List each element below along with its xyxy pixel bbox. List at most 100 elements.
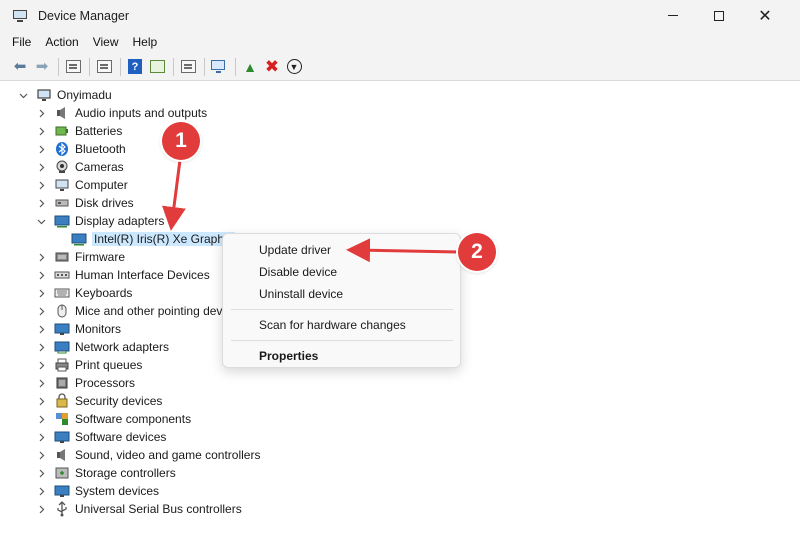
tree-item-label: Network adapters bbox=[75, 340, 170, 354]
toolbar: ⬅ ➡ ? ▲ ✖ ▼ bbox=[0, 53, 800, 81]
chevron-right-icon[interactable] bbox=[36, 378, 46, 388]
title-bar: Device Manager ✕ bbox=[0, 0, 800, 31]
mouse-icon bbox=[54, 303, 70, 319]
toolbar-separator bbox=[58, 57, 59, 76]
speaker-icon bbox=[54, 105, 70, 121]
properties-toolbar-button[interactable] bbox=[94, 57, 114, 77]
tree-item-storage-controllers[interactable]: Storage controllers bbox=[36, 464, 176, 482]
chevron-right-icon[interactable] bbox=[36, 342, 46, 352]
chevron-right-icon[interactable] bbox=[36, 450, 46, 460]
tree-item-sound-video-and-game-controllers[interactable]: Sound, video and game controllers bbox=[36, 446, 260, 464]
forward-button[interactable]: ➡ bbox=[32, 57, 52, 77]
back-arrow-icon: ⬅ bbox=[13, 58, 27, 75]
chevron-right-icon[interactable] bbox=[36, 180, 46, 190]
chevron-right-icon[interactable] bbox=[36, 162, 46, 172]
ctx-separator bbox=[231, 309, 453, 310]
chevron-right-icon[interactable] bbox=[36, 414, 46, 424]
annotation-badge-1: 1 bbox=[162, 122, 200, 160]
keyboard-icon bbox=[54, 285, 70, 301]
toolbar-separator bbox=[120, 57, 121, 76]
maximize-button[interactable] bbox=[696, 0, 742, 31]
update-driver-toolbar-button[interactable]: ▲ bbox=[240, 57, 260, 77]
tree-item-firmware[interactable]: Firmware bbox=[36, 248, 125, 266]
menu-view[interactable]: View bbox=[93, 35, 119, 49]
chevron-right-icon[interactable] bbox=[36, 306, 46, 316]
tree-item-label: Print queues bbox=[75, 358, 143, 372]
uninstall-x-icon: ✖ bbox=[264, 57, 280, 76]
minimize-button[interactable] bbox=[650, 0, 696, 31]
chevron-right-icon[interactable] bbox=[36, 270, 46, 280]
tree-item-monitors[interactable]: Monitors bbox=[36, 320, 121, 338]
software-device-icon bbox=[54, 429, 70, 445]
uninstall-toolbar-button[interactable]: ✖ bbox=[262, 57, 282, 77]
tree-item-network-adapters[interactable]: Network adapters bbox=[36, 338, 169, 356]
tree-item-human-interface-devices[interactable]: Human Interface Devices bbox=[36, 266, 210, 284]
chevron-down-icon[interactable] bbox=[18, 90, 28, 100]
toolbar-separator bbox=[173, 57, 174, 76]
ctx-update-driver[interactable]: Update driver bbox=[259, 240, 331, 260]
ctx-disable-device[interactable]: Disable device bbox=[259, 262, 337, 282]
tree-item-disk-drives[interactable]: Disk drives bbox=[36, 194, 134, 212]
tree-item-security-devices[interactable]: Security devices bbox=[36, 392, 162, 410]
menu-bar: File Action View Help bbox=[0, 31, 800, 53]
device-manager-icon bbox=[12, 8, 28, 24]
chevron-right-icon[interactable] bbox=[36, 288, 46, 298]
chevron-right-icon[interactable] bbox=[36, 252, 46, 262]
chevron-right-icon[interactable] bbox=[36, 108, 46, 118]
tree-item-label: Processors bbox=[75, 376, 136, 390]
back-button[interactable]: ⬅ bbox=[10, 57, 30, 77]
add-legacy-button[interactable] bbox=[178, 57, 198, 77]
chevron-right-icon[interactable] bbox=[36, 486, 46, 496]
tree-item-software-components[interactable]: Software components bbox=[36, 410, 191, 428]
view-grid-icon bbox=[149, 60, 165, 73]
chevron-right-icon[interactable] bbox=[36, 144, 46, 154]
tree-item-software-devices[interactable]: Software devices bbox=[36, 428, 166, 446]
show-hide-console-tree-button[interactable] bbox=[63, 57, 83, 77]
help-button[interactable]: ? bbox=[125, 57, 145, 77]
tree-root[interactable]: Onyimadu bbox=[18, 86, 112, 104]
chevron-down-icon[interactable] bbox=[36, 216, 46, 226]
tree-item-label: Disk drives bbox=[75, 196, 134, 210]
chevron-right-icon[interactable] bbox=[36, 504, 46, 514]
tree-item-system-devices[interactable]: System devices bbox=[36, 482, 159, 500]
tree-item-computer[interactable]: Computer bbox=[36, 176, 128, 194]
menu-file[interactable]: File bbox=[12, 35, 31, 49]
menu-help[interactable]: Help bbox=[133, 35, 158, 49]
tree-item-batteries[interactable]: Batteries bbox=[36, 122, 122, 140]
bluetooth-icon bbox=[54, 141, 70, 157]
chevron-right-icon[interactable] bbox=[36, 360, 46, 370]
tree-item-print-queues[interactable]: Print queues bbox=[36, 356, 142, 374]
tree-item-intel-iris-xe[interactable]: Intel(R) Iris(R) Xe Graphic bbox=[71, 230, 235, 248]
tree-item-bluetooth[interactable]: Bluetooth bbox=[36, 140, 126, 158]
chevron-right-icon[interactable] bbox=[36, 468, 46, 478]
scan-hardware-button[interactable] bbox=[209, 57, 229, 77]
tree-item-cameras[interactable]: Cameras bbox=[36, 158, 124, 176]
tree-item-label: Sound, video and game controllers bbox=[75, 448, 261, 462]
chevron-right-icon[interactable] bbox=[36, 126, 46, 136]
chevron-right-icon[interactable] bbox=[36, 324, 46, 334]
tree-item-processors[interactable]: Processors bbox=[36, 374, 135, 392]
tree-item-label: Human Interface Devices bbox=[75, 268, 210, 282]
tree-item-mice-and-other-pointing-dev[interactable]: Mice and other pointing dev bbox=[36, 302, 222, 320]
view-button[interactable] bbox=[147, 57, 167, 77]
close-button[interactable]: ✕ bbox=[742, 0, 788, 31]
chevron-right-icon[interactable] bbox=[36, 432, 46, 442]
tree-item-label: Software components bbox=[75, 412, 192, 426]
tree-item-label: Security devices bbox=[75, 394, 163, 408]
tree-item-keyboards[interactable]: Keyboards bbox=[36, 284, 132, 302]
ctx-properties[interactable]: Properties bbox=[259, 346, 318, 366]
chevron-right-icon[interactable] bbox=[36, 396, 46, 406]
tree-item-universal-serial-bus-controllers[interactable]: Universal Serial Bus controllers bbox=[36, 500, 242, 518]
ctx-uninstall-device[interactable]: Uninstall device bbox=[259, 284, 343, 304]
computer-root-icon bbox=[36, 87, 52, 103]
tree-item-label: Batteries bbox=[75, 124, 123, 138]
ctx-scan-hardware[interactable]: Scan for hardware changes bbox=[259, 315, 406, 335]
tree-item-label: Mice and other pointing dev bbox=[75, 304, 223, 318]
enable-device-button[interactable]: ▼ bbox=[284, 57, 304, 77]
menu-action[interactable]: Action bbox=[45, 35, 78, 49]
tree-item-display-adapters[interactable]: Display adapters bbox=[36, 212, 164, 230]
chevron-right-icon[interactable] bbox=[36, 198, 46, 208]
tree-item-label: Bluetooth bbox=[75, 142, 126, 156]
tree-item-audio-inputs-and-outputs[interactable]: Audio inputs and outputs bbox=[36, 104, 207, 122]
tree-root-label: Onyimadu bbox=[57, 88, 112, 102]
